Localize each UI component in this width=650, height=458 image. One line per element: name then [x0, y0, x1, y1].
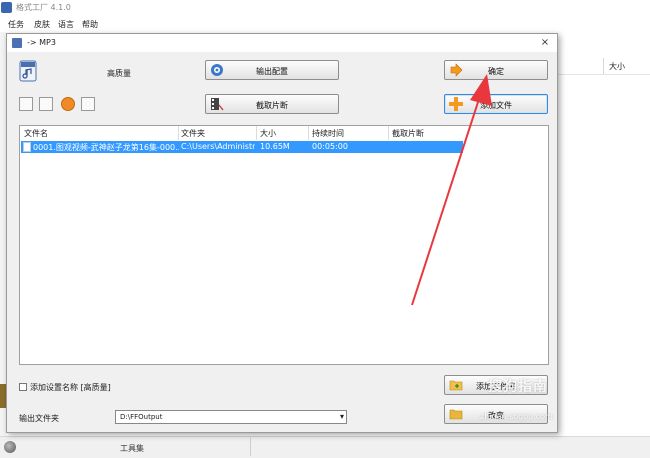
header-duration[interactable]: 持续时间 [312, 128, 344, 139]
header-divider [308, 126, 309, 140]
header-clip[interactable]: 截取片断 [392, 128, 424, 139]
grid-line [556, 74, 650, 75]
append-setting-label[interactable]: 添加设置名称 [高质量] [30, 382, 111, 393]
convert-dialog: -> MP3 × 高质量 输出配置 确定 截取片断 添加文件 文件名 文件夹 大… [6, 33, 558, 433]
main-window-title: 格式工厂 4.1.0 [16, 3, 71, 12]
dialog-icon [12, 38, 22, 48]
column-header-size[interactable]: 大小 [609, 61, 625, 72]
menu-language[interactable]: 语言 [58, 19, 74, 30]
output-settings-button[interactable]: 输出配置 [205, 60, 339, 80]
toolset-label[interactable]: 工具集 [120, 443, 144, 454]
watermark-url: zhinan.sogou.com [480, 412, 553, 421]
output-folder-select[interactable]: D:\FFOutput ▾ [115, 410, 347, 424]
clip-label: 截取片断 [256, 101, 288, 110]
clear-list-icon[interactable] [39, 97, 53, 111]
table-row[interactable]: 0001.图观视频-武神赵子龙第16集-000... C:\Users\Admi… [21, 141, 463, 153]
watermark-text: 搜狗指南 [488, 379, 548, 395]
task-list-panel [556, 32, 650, 458]
app-icon [1, 2, 12, 13]
status-divider [250, 438, 251, 456]
row-size: 10.65M [260, 142, 290, 151]
row-folder: C:\Users\Administr... [181, 142, 255, 151]
clip-button[interactable]: 截取片断 [205, 94, 339, 114]
header-folder[interactable]: 文件夹 [181, 128, 205, 139]
add-file-label: 添加文件 [480, 101, 512, 110]
chevron-down-icon[interactable]: ▾ [340, 412, 344, 421]
output-folder-label: 输出文件夹 [19, 414, 59, 423]
column-divider [603, 58, 604, 74]
media-info-icon[interactable] [81, 97, 95, 111]
header-divider [178, 126, 179, 140]
play-icon[interactable] [61, 97, 75, 111]
mp3-format-icon [19, 60, 37, 82]
remove-file-icon[interactable] [19, 97, 33, 111]
header-size[interactable]: 大小 [260, 128, 276, 139]
close-icon[interactable]: × [537, 36, 553, 50]
menu-help[interactable]: 帮助 [82, 19, 98, 30]
row-filename: 0001.图观视频-武神赵子龙第16集-000... [33, 143, 179, 152]
file-list-table[interactable]: 文件名 文件夹 大小 持续时间 截取片断 0001.图观视频-武神赵子龙第16集… [19, 125, 549, 365]
ok-label: 确定 [488, 67, 504, 76]
header-divider [256, 126, 257, 140]
ok-button[interactable]: 确定 [444, 60, 548, 80]
output-settings-label: 输出配置 [256, 67, 288, 76]
toolset-icon[interactable] [4, 441, 16, 453]
status-bar [0, 436, 650, 458]
dialog-title: -> MP3 [27, 38, 56, 47]
dialog-titlebar [7, 34, 557, 52]
menu-bar: 任务 皮肤 语言 帮助 [0, 16, 650, 32]
output-folder-value: D:\FFOutput [120, 413, 163, 421]
menu-skin[interactable]: 皮肤 [34, 19, 50, 30]
header-filename[interactable]: 文件名 [24, 128, 48, 139]
main-titlebar [0, 0, 650, 16]
add-file-button[interactable]: 添加文件 [444, 94, 548, 114]
menu-task[interactable]: 任务 [8, 19, 24, 30]
header-divider [388, 126, 389, 140]
row-duration: 00:05:00 [312, 142, 348, 151]
append-setting-checkbox[interactable] [19, 383, 27, 391]
quality-label: 高质量 [107, 69, 131, 78]
video-file-icon [23, 142, 31, 152]
